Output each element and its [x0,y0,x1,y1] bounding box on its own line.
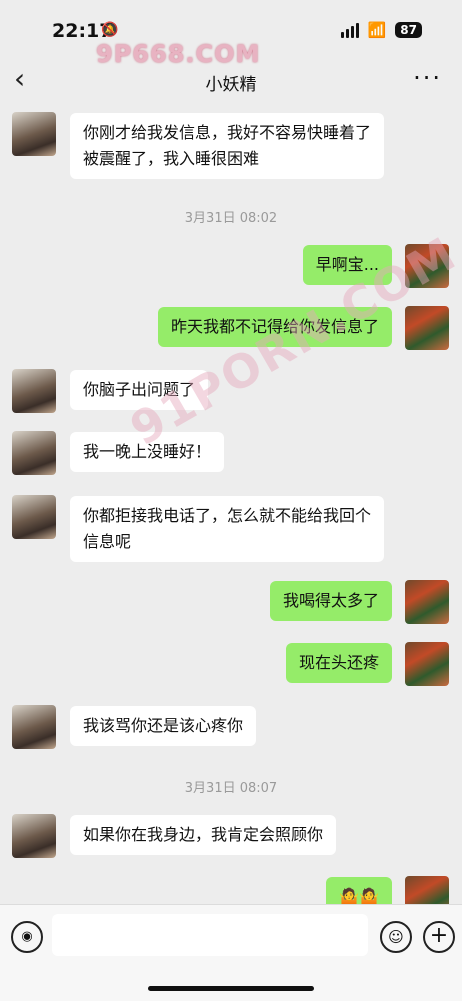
message-bubble-outgoing[interactable]: 现在头还疼 [285,643,392,683]
status-icons: 📶 87 [340,21,422,39]
emoji-icon[interactable]: ☺ [380,921,412,953]
message-timestamp: 3月31日 08:02 [184,211,278,226]
plus-icon[interactable]: + [423,921,455,953]
contact-avatar[interactable] [12,369,56,413]
home-indicator [148,986,314,991]
contact-avatar[interactable] [12,112,56,156]
my-avatar[interactable] [405,580,449,624]
my-avatar[interactable] [405,642,449,686]
chat-header: ‹ 小妖精 ··· [0,58,462,104]
my-avatar[interactable] [405,306,449,350]
message-bubble-outgoing[interactable]: 我喝得太多了 [269,581,392,621]
message-input[interactable] [52,914,368,956]
message-bubble-incoming[interactable]: 你都拒接我电话了，怎么就不能给我回个信息呢 [70,496,384,562]
chat-title: 小妖精 [205,75,257,95]
signal-icon [340,22,359,38]
contact-avatar[interactable] [12,431,56,475]
contact-avatar[interactable] [12,495,56,539]
contact-avatar[interactable] [12,705,56,749]
battery-level: 87 [395,22,422,38]
more-dots-icon[interactable]: ··· [413,64,442,92]
wifi-icon: 📶 [367,21,387,39]
message-bubble-incoming[interactable]: 我该骂你还是该心疼你 [70,706,257,746]
bell-mute-icon: 🔕 [101,22,119,38]
message-bubble-incoming[interactable]: 如果你在我身边，我肯定会照顾你 [70,815,337,855]
message-list[interactable]: 你刚才给我发信息，我好不容易快睡着了被震醒了，我入睡很困难 3月31日 08:0… [0,104,462,904]
voice-icon[interactable]: ◉ [11,921,43,953]
message-bubble-outgoing[interactable]: 🤷🤷 [326,877,392,904]
contact-avatar[interactable] [12,814,56,858]
message-timestamp: 3月31日 08:07 [184,781,278,796]
my-avatar[interactable] [405,876,449,904]
message-bubble-incoming[interactable]: 你刚才给我发信息，我好不容易快睡着了被震醒了，我入睡很困难 [70,113,384,179]
